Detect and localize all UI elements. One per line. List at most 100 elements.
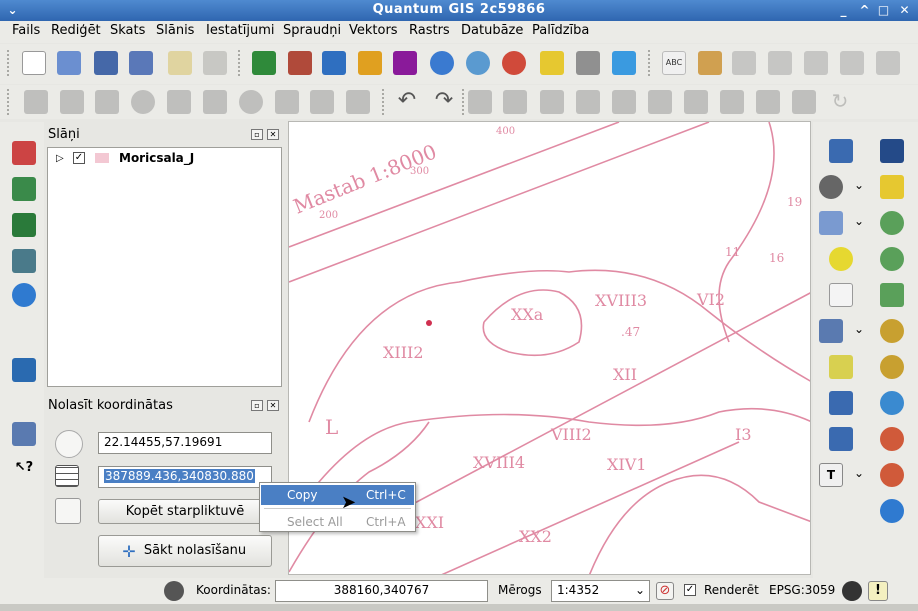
start-capture-button[interactable]: ✛ Sākt nolasīšanu [98,535,272,567]
save-edits-icon[interactable] [24,90,48,114]
reshape-features-icon[interactable] [648,90,672,114]
change-label-icon[interactable] [876,51,900,75]
collapse-icon[interactable]: ^ [857,3,872,18]
float-panel-icon[interactable]: ▫ [251,129,263,140]
scale-combobox[interactable]: 1:4352 ⌄ [551,580,650,602]
menu-settings[interactable]: Iestatījumi [206,23,275,38]
zoom-out-icon[interactable] [880,247,904,271]
refresh-icon[interactable] [880,499,904,523]
delete-selected-icon[interactable] [239,90,263,114]
pan-hand-icon[interactable] [880,139,904,163]
expand-arrow-icon[interactable]: ▷ [56,153,64,164]
paste-features-icon[interactable] [346,90,370,114]
actions-gear-icon[interactable] [819,175,843,199]
database-icon[interactable] [12,358,36,382]
add-ring-icon[interactable] [503,90,527,114]
layer-visibility-checkbox[interactable]: ✓ [73,152,85,164]
zoom-to-selection-icon[interactable] [880,319,904,343]
messages-warning-icon[interactable]: ! [868,581,888,601]
menu-edit[interactable]: Rediģēt [51,23,101,38]
show-bookmarks-icon[interactable] [829,427,853,451]
attribute-table-icon[interactable] [829,283,853,307]
add-mssql-layer-icon[interactable] [393,51,417,75]
new-shapefile-icon[interactable] [612,51,636,75]
add-spatialite-layer-icon[interactable] [358,51,382,75]
print-composer-icon[interactable] [168,51,192,75]
add-postgis-layer-icon[interactable] [322,51,346,75]
cut-features-icon[interactable] [275,90,299,114]
toolbar-grip[interactable] [7,50,11,76]
maximize-icon[interactable]: □ [876,3,891,18]
copy-features-icon[interactable] [310,90,334,114]
add-wfs-layer-icon[interactable] [502,51,526,75]
stop-rendering-icon[interactable]: ⊘ [656,582,674,600]
text-annotation-tool-icon[interactable]: T [819,463,843,487]
new-project-icon[interactable] [22,51,46,75]
remove-layer-icon[interactable] [576,51,600,75]
raster-cumulative-icon[interactable] [12,249,36,273]
rotate-label-icon[interactable] [840,51,864,75]
float-panel-icon[interactable]: ▫ [251,400,263,411]
label-tool-icon[interactable] [698,51,722,75]
deselect-features-icon[interactable] [829,247,853,271]
coordinate-toggle-icon[interactable] [164,581,184,601]
print-icon[interactable] [203,51,227,75]
show-hide-labels-icon[interactable] [768,51,792,75]
close-panel-icon[interactable]: ✕ [267,400,279,411]
redo-icon[interactable]: ↷ [432,90,456,114]
projection-globe-icon[interactable] [842,581,862,601]
help-book-icon[interactable] [12,422,36,446]
geographic-coordinate-field[interactable]: 22.14455,57.19691 [98,432,272,454]
globe-icon[interactable] [12,283,36,307]
track-mouse-icon[interactable] [55,498,81,524]
delete-ring-icon[interactable] [576,90,600,114]
toolbar-grip[interactable] [7,89,11,115]
add-part-icon[interactable] [540,90,564,114]
close-panel-icon[interactable]: ✕ [267,129,279,140]
add-wms-layer-icon[interactable] [430,51,454,75]
render-checkbox[interactable]: ✓ [684,584,696,596]
move-feature-icon[interactable] [167,90,191,114]
simplify-feature-icon[interactable] [468,90,492,114]
identify-features-icon[interactable] [829,139,853,163]
menu-database[interactable]: Datubāze [461,23,523,38]
zoom-in-icon[interactable] [880,211,904,235]
copy-to-clipboard-button[interactable]: Kopēt starpliktuvē [98,499,272,524]
pin-labels-icon[interactable] [732,51,756,75]
node-tool-icon[interactable] [203,90,227,114]
crs-label[interactable]: EPSG:3059 [769,583,835,597]
map-tips-icon[interactable] [829,355,853,379]
menu-view[interactable]: Skats [110,23,145,38]
zoom-next-icon[interactable] [880,463,904,487]
toolbar-grip[interactable] [648,50,652,76]
whats-this-icon[interactable]: ↖? [12,456,36,480]
merge-features-icon[interactable] [756,90,780,114]
save-layer-edits-icon[interactable] [95,90,119,114]
raster-histogram-green-icon[interactable] [12,213,36,237]
zoom-native-resolution-icon[interactable] [880,391,904,415]
move-label-icon[interactable] [804,51,828,75]
menu-vector[interactable]: Vektors [349,23,398,38]
layer-name[interactable]: Moricsala_J [119,151,194,165]
undo-icon[interactable]: ↶ [395,90,419,114]
context-menu-select-all[interactable]: Select All Ctrl+A [261,512,414,532]
raster-stretch-icon[interactable] [12,177,36,201]
context-menu-copy[interactable]: Copy Ctrl+C [261,485,414,505]
chevron-down-icon[interactable]: ⌄ [854,466,864,480]
open-project-icon[interactable] [57,51,81,75]
zoom-full-icon[interactable] [880,283,904,307]
add-feature-icon[interactable] [131,90,155,114]
merge-attributes-icon[interactable] [792,90,816,114]
menu-layer[interactable]: Slānis [156,23,194,38]
chevron-down-icon[interactable]: ⌄ [854,178,864,192]
raster-histogram-icon[interactable] [12,141,36,165]
menu-raster[interactable]: Rastrs [409,23,450,38]
rotate-point-symbols-icon[interactable]: ↻ [828,90,852,114]
close-window-icon[interactable]: ✕ [897,3,912,18]
toggle-editing-pencil-icon[interactable] [60,90,84,114]
menu-plugins[interactable]: Spraudņi [283,23,341,38]
delete-part-icon[interactable] [612,90,636,114]
toolbar-grip[interactable] [382,89,386,115]
offset-curve-icon[interactable] [684,90,708,114]
pan-to-selection-icon[interactable] [880,175,904,199]
